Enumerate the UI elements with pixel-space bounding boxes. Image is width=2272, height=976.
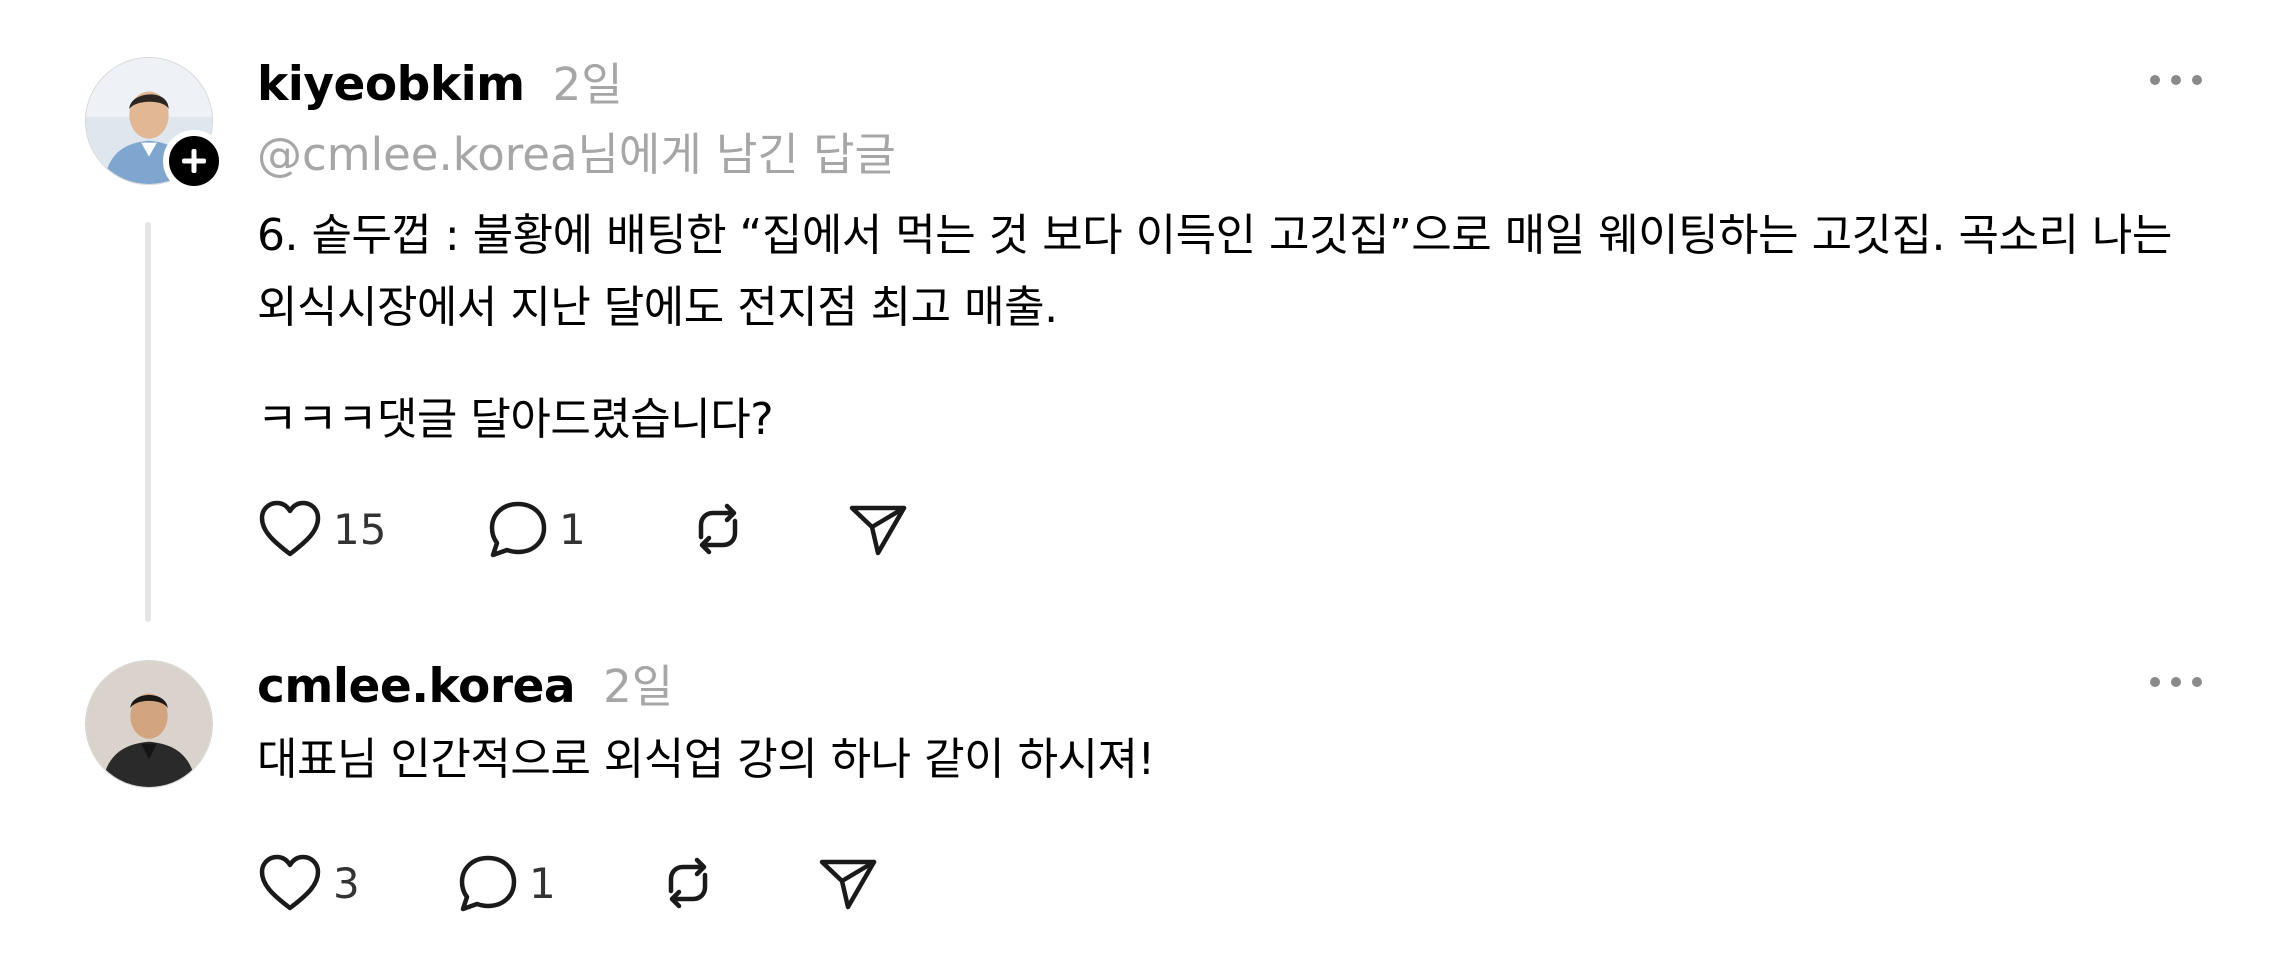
heart-icon (259, 500, 321, 557)
reply-post: kiyeobkim 2일 @cmlee.korea님에게 남긴 답글 6. 솥두… (0, 0, 2272, 622)
post-header: cmlee.korea 2일 (257, 650, 2202, 720)
post-content: cmlee.korea 2일 대표님 인간적으로 외식업 강의 하나 같이 하시… (257, 650, 2202, 918)
username[interactable]: kiyeobkim (257, 57, 525, 112)
post-actions: 15 1 (257, 494, 2202, 564)
more-icon[interactable] (2150, 70, 2202, 90)
comment-icon (459, 855, 517, 912)
like-count: 3 (333, 858, 360, 908)
avatar[interactable] (85, 660, 213, 788)
post-text: 대표님 인간적으로 외식업 강의 하나 같이 하시져! (257, 724, 2202, 796)
username[interactable]: cmlee.korea (257, 659, 576, 714)
share-button[interactable] (847, 499, 909, 559)
follow-button[interactable] (163, 130, 225, 192)
post-text: 6. 솥두껍 : 불황에 배팅한 “집에서 먹는 것 보다 이득인 고깃집”으로… (257, 200, 2202, 456)
share-button[interactable] (817, 853, 879, 913)
share-icon (819, 859, 877, 910)
reply-thread: kiyeobkim 2일 @cmlee.korea님에게 남긴 답글 6. 솥두… (0, 0, 2272, 976)
repost-icon (668, 857, 708, 909)
post-time: 2일 (552, 58, 623, 111)
post-header: kiyeobkim 2일 (257, 48, 2202, 118)
like-button[interactable]: 15 (257, 499, 487, 559)
reply-to-label[interactable]: @cmlee.korea님에게 남긴 답글 (257, 120, 2202, 190)
post-paragraph: 대표님 인간적으로 외식업 강의 하나 같이 하시져! (257, 734, 1155, 785)
comment-button[interactable]: 1 (457, 853, 657, 913)
repost-button[interactable] (687, 499, 847, 559)
post-paragraph: 6. 솥두껍 : 불황에 배팅한 “집에서 먹는 것 보다 이득인 고깃집”으로… (257, 210, 2172, 333)
plus-icon (182, 149, 206, 173)
avatar-photo (86, 661, 212, 787)
comment-count: 1 (559, 504, 586, 554)
comment-button[interactable]: 1 (487, 499, 687, 559)
post-actions: 3 1 (257, 848, 2202, 918)
post-time: 2일 (603, 660, 674, 713)
post-content: kiyeobkim 2일 @cmlee.korea님에게 남긴 답글 6. 솥두… (257, 48, 2202, 564)
thread-connector-line (145, 222, 151, 622)
comment-count: 1 (529, 858, 556, 908)
share-icon (849, 505, 907, 556)
like-button[interactable]: 3 (257, 853, 457, 913)
repost-button[interactable] (657, 853, 817, 913)
more-icon[interactable] (2150, 672, 2202, 692)
like-count: 15 (333, 504, 387, 554)
repost-icon (698, 503, 738, 555)
reply-post: cmlee.korea 2일 대표님 인간적으로 외식업 강의 하나 같이 하시… (0, 620, 2272, 976)
heart-icon (259, 854, 321, 911)
post-paragraph: ㅋㅋㅋ댓글 달아드렸습니다? (257, 394, 774, 445)
comment-icon (489, 501, 547, 558)
